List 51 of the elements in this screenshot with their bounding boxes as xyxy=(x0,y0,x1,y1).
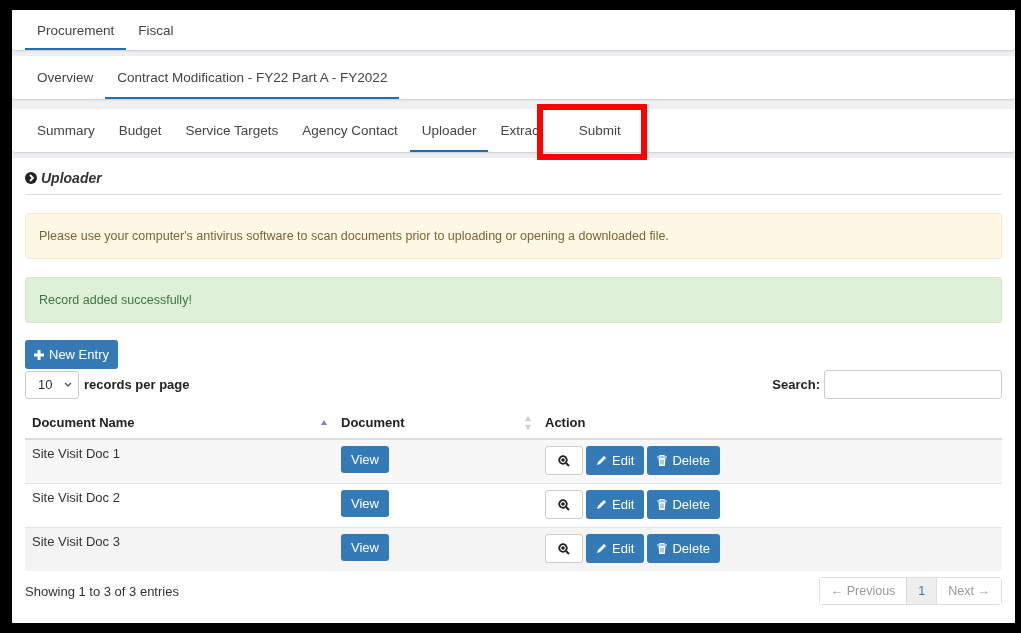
tab[interactable]: Extrac xyxy=(488,109,551,152)
tab[interactable]: Submit xyxy=(566,109,633,152)
table-cell: Site Visit Doc 1 xyxy=(32,446,120,461)
delete-button[interactable]: Delete xyxy=(647,446,720,475)
search-field[interactable] xyxy=(824,370,1002,399)
tab[interactable]: Agency Contact xyxy=(290,109,410,152)
zoom-button[interactable] xyxy=(545,534,583,563)
tab[interactable]: Fiscal xyxy=(126,10,186,50)
view-button[interactable]: View xyxy=(341,490,389,517)
pencil-icon xyxy=(596,543,607,554)
plus-icon xyxy=(34,349,44,360)
tab[interactable]: Contract Modification - FY22 Part A - FY2022 xyxy=(105,56,400,99)
trash-icon xyxy=(657,499,668,510)
chevron-down-icon xyxy=(64,382,72,387)
warning-alert: Please use your computer's antivirus software to scan documents prior to uploading or opening a downloaded file. xyxy=(25,213,1002,259)
delete-button[interactable]: Delete xyxy=(647,490,720,519)
search-label: Search: xyxy=(772,377,820,392)
zoom-button[interactable] xyxy=(545,446,583,475)
edit-button[interactable]: Edit xyxy=(586,490,645,519)
column-header[interactable]: Document Name xyxy=(32,415,135,430)
delete-button[interactable]: Delete xyxy=(647,534,720,563)
panel-title: Uploader xyxy=(41,170,102,186)
tab[interactable]: Uploader xyxy=(409,109,489,152)
view-button[interactable]: View xyxy=(341,446,389,473)
column-header[interactable]: Document xyxy=(341,415,405,430)
tab[interactable]: Service Targets xyxy=(173,109,291,152)
zoom-button[interactable] xyxy=(545,490,583,519)
column-header[interactable]: Action xyxy=(545,415,586,430)
trash-icon xyxy=(657,543,668,554)
tab[interactable]: Overview xyxy=(25,56,106,99)
page-size-select[interactable]: 10 xyxy=(25,370,79,399)
page-button[interactable]: 1 xyxy=(906,578,937,604)
edit-button[interactable]: Edit xyxy=(586,534,645,563)
zoom-in-icon xyxy=(558,498,570,511)
tab[interactable]: Budget xyxy=(106,109,174,152)
success-alert: Record added successfully! xyxy=(25,277,1002,323)
table-cell: Site Visit Doc 2 xyxy=(32,490,120,505)
tab[interactable]: Summary xyxy=(25,109,107,152)
chevron-circle-icon xyxy=(25,172,37,184)
view-button[interactable]: View xyxy=(341,534,389,561)
pencil-icon xyxy=(596,499,607,510)
zoom-in-icon xyxy=(558,542,570,555)
entries-info: Showing 1 to 3 of 3 entries xyxy=(25,583,179,599)
edit-button[interactable]: Edit xyxy=(586,446,645,475)
table-cell: Site Visit Doc 3 xyxy=(32,534,120,549)
tab[interactable]: Procurement xyxy=(25,10,127,50)
trash-icon xyxy=(657,455,668,466)
new-entry-button[interactable]: New Entry xyxy=(25,340,118,369)
zoom-in-icon xyxy=(558,454,570,467)
page-size-label: records per page xyxy=(84,377,190,392)
pencil-icon xyxy=(596,455,607,466)
